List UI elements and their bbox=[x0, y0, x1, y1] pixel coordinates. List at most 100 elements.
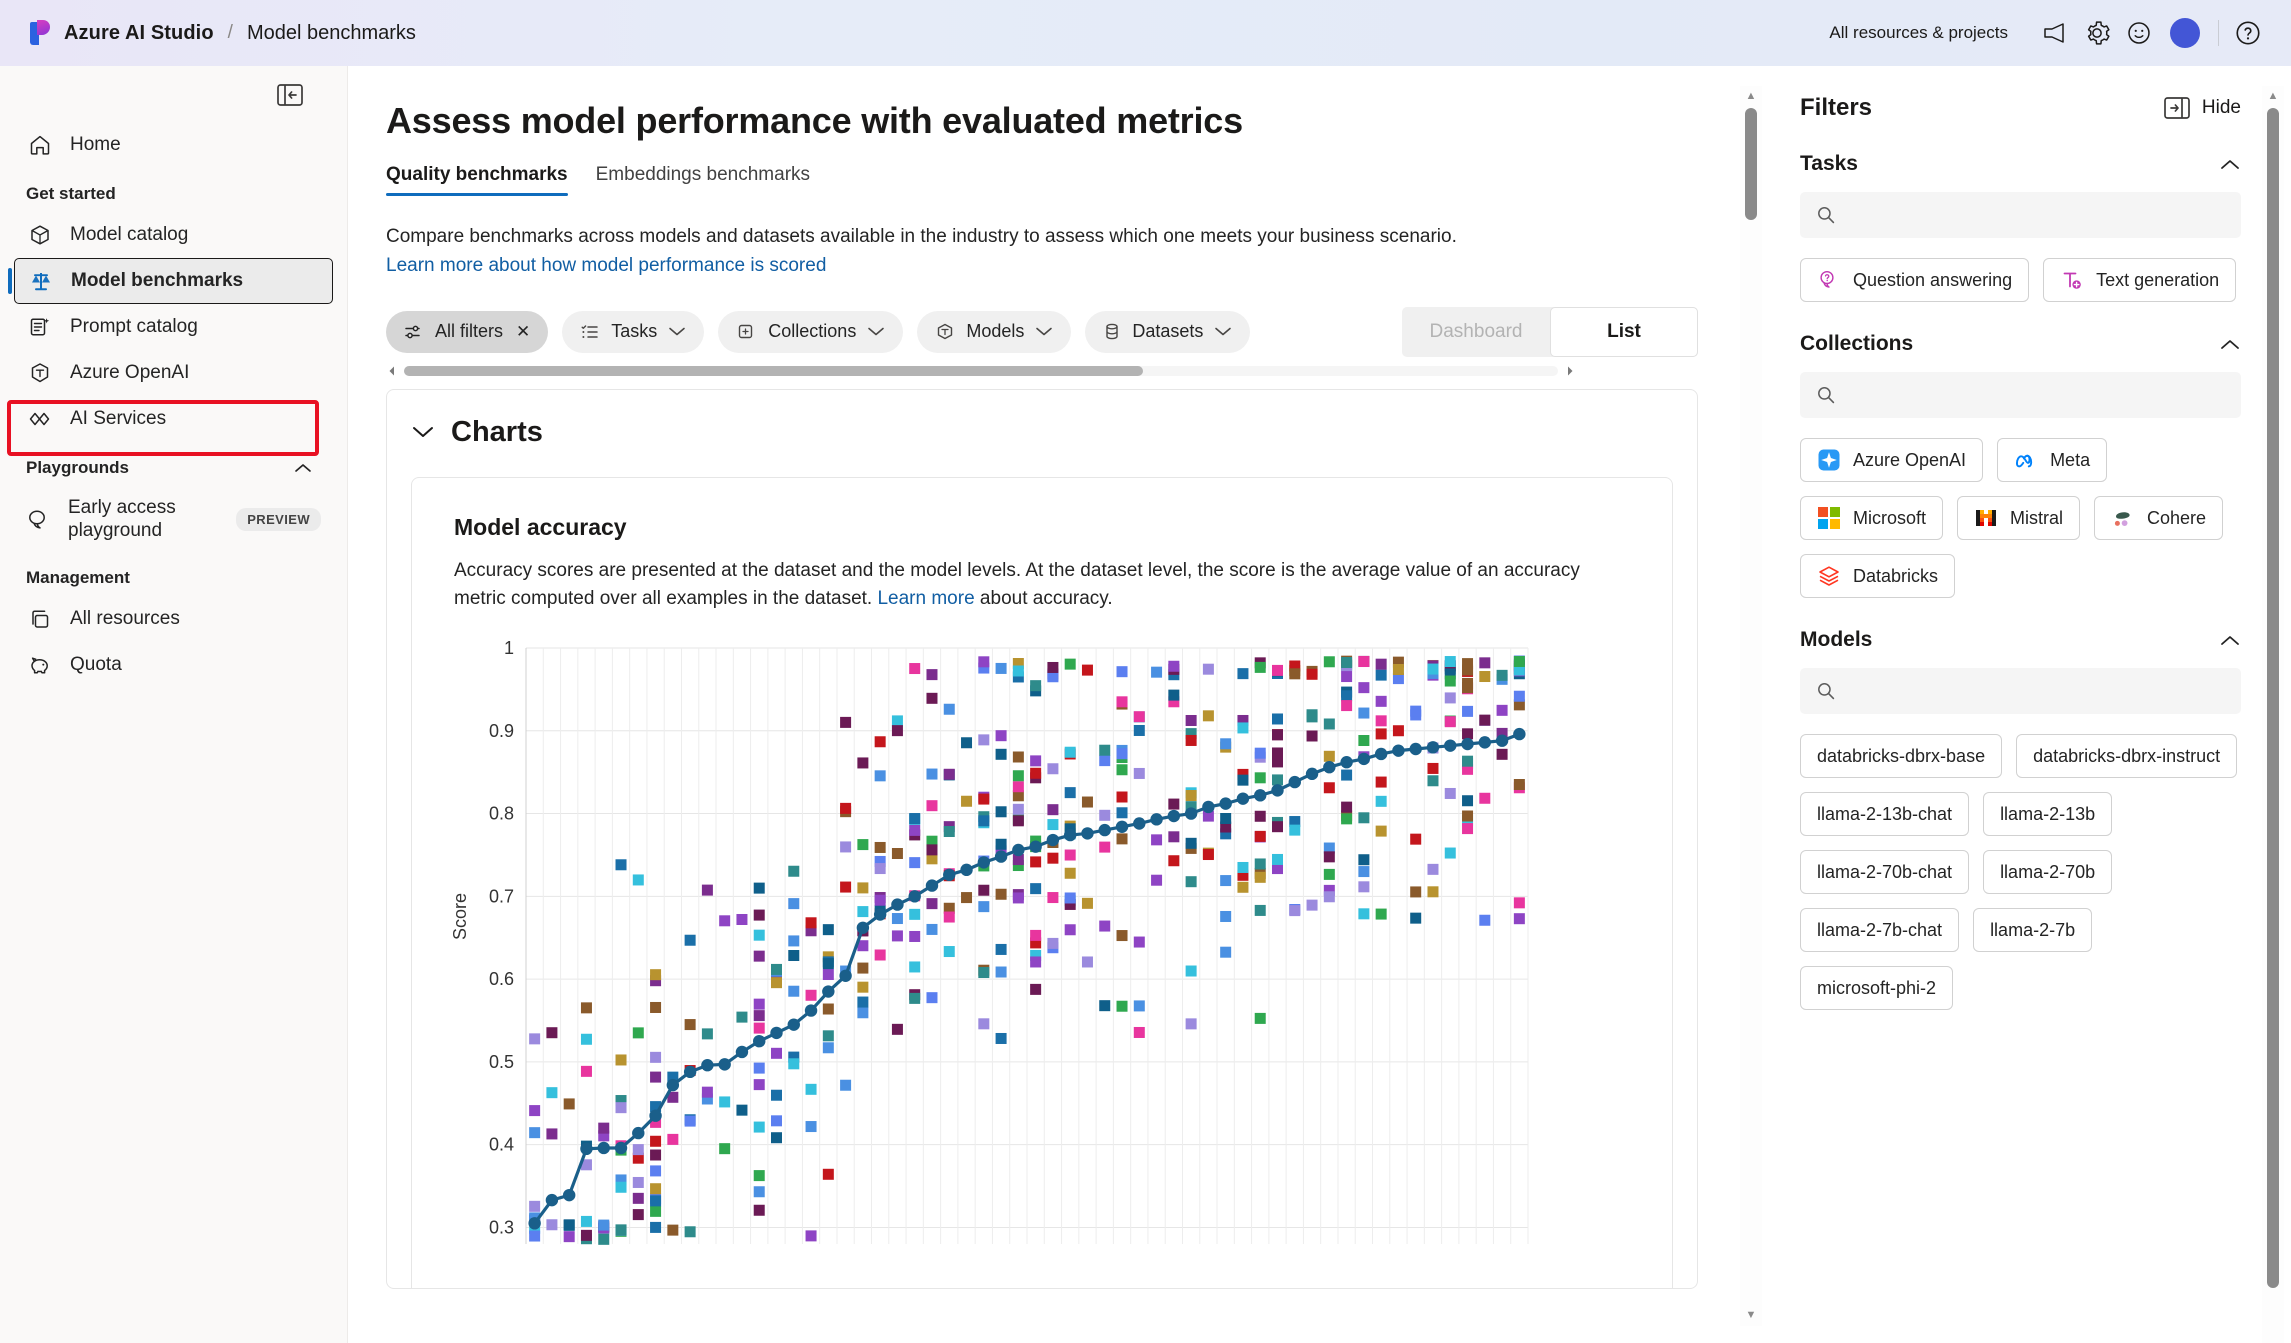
sidebar-section-playgrounds[interactable]: Playgrounds bbox=[0, 442, 347, 486]
chip-azure-openai[interactable]: Azure OpenAI bbox=[1800, 438, 1984, 482]
stack-icon bbox=[26, 607, 54, 631]
sidebar-item-all-resources[interactable]: All resources bbox=[14, 596, 333, 642]
collapse-nav-icon[interactable] bbox=[273, 80, 307, 110]
chevron-down-icon[interactable] bbox=[668, 326, 686, 337]
gear-icon[interactable] bbox=[2076, 12, 2118, 54]
scroll-left-arrow-icon[interactable] bbox=[386, 365, 398, 377]
preview-badge: PREVIEW bbox=[236, 507, 321, 531]
breadcrumb-current[interactable]: Model benchmarks bbox=[247, 22, 416, 45]
scroll-up-arrow-icon[interactable]: ▲ bbox=[1746, 86, 1757, 107]
toolbar-horizontal-scrollbar[interactable] bbox=[386, 363, 1576, 379]
models-search-box[interactable] bbox=[1800, 668, 2241, 714]
filter-pill-datasets[interactable]: Datasets bbox=[1085, 310, 1251, 353]
chip-llama-2-70b[interactable]: llama-2-70b bbox=[1983, 850, 2113, 894]
view-toggle-dashboard[interactable]: Dashboard bbox=[1402, 307, 1550, 357]
chip-llama-2-70b-chat[interactable]: llama-2-70b-chat bbox=[1800, 850, 1970, 894]
scroll-right-arrow-icon[interactable] bbox=[1564, 365, 1576, 377]
chevron-down-icon[interactable] bbox=[411, 425, 435, 440]
charts-section-header[interactable]: Charts bbox=[387, 390, 1697, 449]
svg-text:1: 1 bbox=[504, 638, 514, 658]
chevron-up-icon[interactable] bbox=[2219, 158, 2241, 171]
charts-section-title: Charts bbox=[451, 415, 543, 448]
sidebar-item-early-access-playground[interactable]: Early access playground PREVIEW bbox=[14, 486, 333, 552]
scroll-thumb[interactable] bbox=[2267, 108, 2279, 1288]
chevron-down-icon[interactable] bbox=[1214, 326, 1232, 337]
sidebar-item-model-benchmarks[interactable]: Model benchmarks bbox=[8, 258, 333, 304]
sidebar-item-prompt-catalog[interactable]: Prompt catalog bbox=[14, 304, 333, 350]
help-icon[interactable] bbox=[2227, 12, 2269, 54]
tab-embeddings-benchmarks[interactable]: Embeddings benchmarks bbox=[596, 164, 810, 196]
close-icon[interactable]: ✕ bbox=[516, 322, 530, 342]
chip-meta[interactable]: Meta bbox=[1997, 438, 2108, 482]
filter-section-label: Collections bbox=[1800, 332, 1914, 355]
filter-section-tasks[interactable]: Tasks bbox=[1800, 152, 2241, 176]
view-toggle-list[interactable]: List bbox=[1550, 306, 1698, 357]
main-vertical-scrollbar[interactable]: ▲ ▼ bbox=[1740, 86, 1762, 1326]
page-description: Compare benchmarks across models and dat… bbox=[348, 196, 1740, 281]
filter-section-models[interactable]: Models bbox=[1800, 628, 2241, 652]
filter-pill-all-filters[interactable]: All filters ✕ bbox=[386, 310, 549, 353]
chip-text-generation[interactable]: Text generation bbox=[2043, 258, 2237, 302]
chevron-up-icon[interactable] bbox=[2219, 634, 2241, 647]
learn-more-accuracy-link[interactable]: Learn more bbox=[877, 588, 974, 609]
filter-section-collections[interactable]: Collections bbox=[1800, 332, 2241, 356]
feedback-smiley-icon[interactable] bbox=[2118, 12, 2160, 54]
collections-search-input[interactable] bbox=[1848, 385, 2225, 405]
chevron-down-icon[interactable] bbox=[867, 326, 885, 337]
meta-icon bbox=[2014, 448, 2038, 472]
model-accuracy-chart-card: Model accuracy Accuracy scores are prese… bbox=[411, 476, 1673, 1288]
chip-llama-2-13b[interactable]: llama-2-13b bbox=[1983, 792, 2113, 836]
chip-mistral[interactable]: Mistral bbox=[1957, 496, 2081, 540]
chip-label: Meta bbox=[2050, 449, 2091, 470]
scroll-thumb[interactable] bbox=[404, 365, 1143, 376]
chip-llama-2-7b[interactable]: llama-2-7b bbox=[1973, 908, 2093, 952]
sidebar-item-ai-services[interactable]: AI Services bbox=[14, 396, 333, 442]
tasks-search-input[interactable] bbox=[1848, 205, 2225, 225]
hide-filters-button[interactable]: Hide bbox=[2164, 97, 2241, 119]
collections-chip-list: Azure OpenAI Meta Microsoft Mistral Cohe… bbox=[1800, 438, 2241, 598]
page-vertical-scrollbar[interactable]: ▲ bbox=[2262, 86, 2284, 1343]
scatter-plot[interactable]: 0.3 0.4 0.5 0.6 0.7 0.8 0.9 1 bbox=[468, 634, 1648, 1254]
brand[interactable]: Azure AI Studio bbox=[0, 20, 214, 46]
chat-icon bbox=[26, 507, 52, 531]
sidebar-item-quota[interactable]: Quota bbox=[14, 642, 333, 688]
brand-name: Azure AI Studio bbox=[64, 21, 214, 44]
all-resources-link[interactable]: All resources & projects bbox=[1829, 23, 2008, 43]
sidebar-item-label: All resources bbox=[70, 608, 180, 629]
chip-databricks[interactable]: Databricks bbox=[1800, 554, 1956, 598]
list-icon bbox=[580, 323, 600, 341]
scroll-up-arrow-icon[interactable]: ▲ bbox=[2268, 86, 2279, 107]
sidebar-item-home[interactable]: Home bbox=[14, 122, 333, 168]
chip-microsoft[interactable]: Microsoft bbox=[1800, 496, 1944, 540]
chip-microsoft-phi-2[interactable]: microsoft-phi-2 bbox=[1800, 966, 1954, 1010]
announcement-icon[interactable] bbox=[2034, 12, 2076, 54]
avatar[interactable] bbox=[2170, 18, 2200, 48]
chip-databricks-dbrx-instruct[interactable]: databricks-dbrx-instruct bbox=[2016, 734, 2238, 778]
scales-icon bbox=[27, 269, 55, 293]
chevron-up-icon[interactable] bbox=[293, 462, 313, 474]
filter-pill-models[interactable]: Models bbox=[917, 310, 1072, 353]
sidebar-item-model-catalog[interactable]: Model catalog bbox=[14, 212, 333, 258]
chevron-up-icon[interactable] bbox=[2219, 338, 2241, 351]
tab-quality-benchmarks[interactable]: Quality benchmarks bbox=[386, 164, 568, 196]
azure-openai-icon bbox=[1817, 448, 1841, 472]
scroll-thumb[interactable] bbox=[1745, 108, 1757, 220]
filter-pill-collections[interactable]: Collections bbox=[718, 310, 904, 353]
scroll-down-arrow-icon[interactable]: ▼ bbox=[1746, 1305, 1757, 1326]
chip-question-answering[interactable]: Question answering bbox=[1800, 258, 2030, 302]
tasks-search-box[interactable] bbox=[1800, 192, 2241, 238]
sidebar-item-azure-openai[interactable]: Azure OpenAI bbox=[14, 350, 333, 396]
chip-llama-2-7b-chat[interactable]: llama-2-7b-chat bbox=[1800, 908, 1960, 952]
svg-text:0.7: 0.7 bbox=[489, 886, 514, 906]
chip-databricks-dbrx-base[interactable]: databricks-dbrx-base bbox=[1800, 734, 2003, 778]
learn-more-scoring-link[interactable]: Learn more about how model performance i… bbox=[386, 255, 826, 276]
sidebar-item-label: AI Services bbox=[70, 408, 167, 429]
scroll-track[interactable] bbox=[404, 365, 1558, 376]
models-search-input[interactable] bbox=[1848, 681, 2225, 701]
filter-pill-tasks[interactable]: Tasks bbox=[562, 310, 705, 353]
chevron-down-icon[interactable] bbox=[1035, 326, 1053, 337]
chip-llama-2-13b-chat[interactable]: llama-2-13b-chat bbox=[1800, 792, 1970, 836]
main-content: Assess model performance with evaluated … bbox=[348, 66, 1740, 1343]
collections-search-box[interactable] bbox=[1800, 372, 2241, 418]
chip-cohere[interactable]: Cohere bbox=[2094, 496, 2224, 540]
